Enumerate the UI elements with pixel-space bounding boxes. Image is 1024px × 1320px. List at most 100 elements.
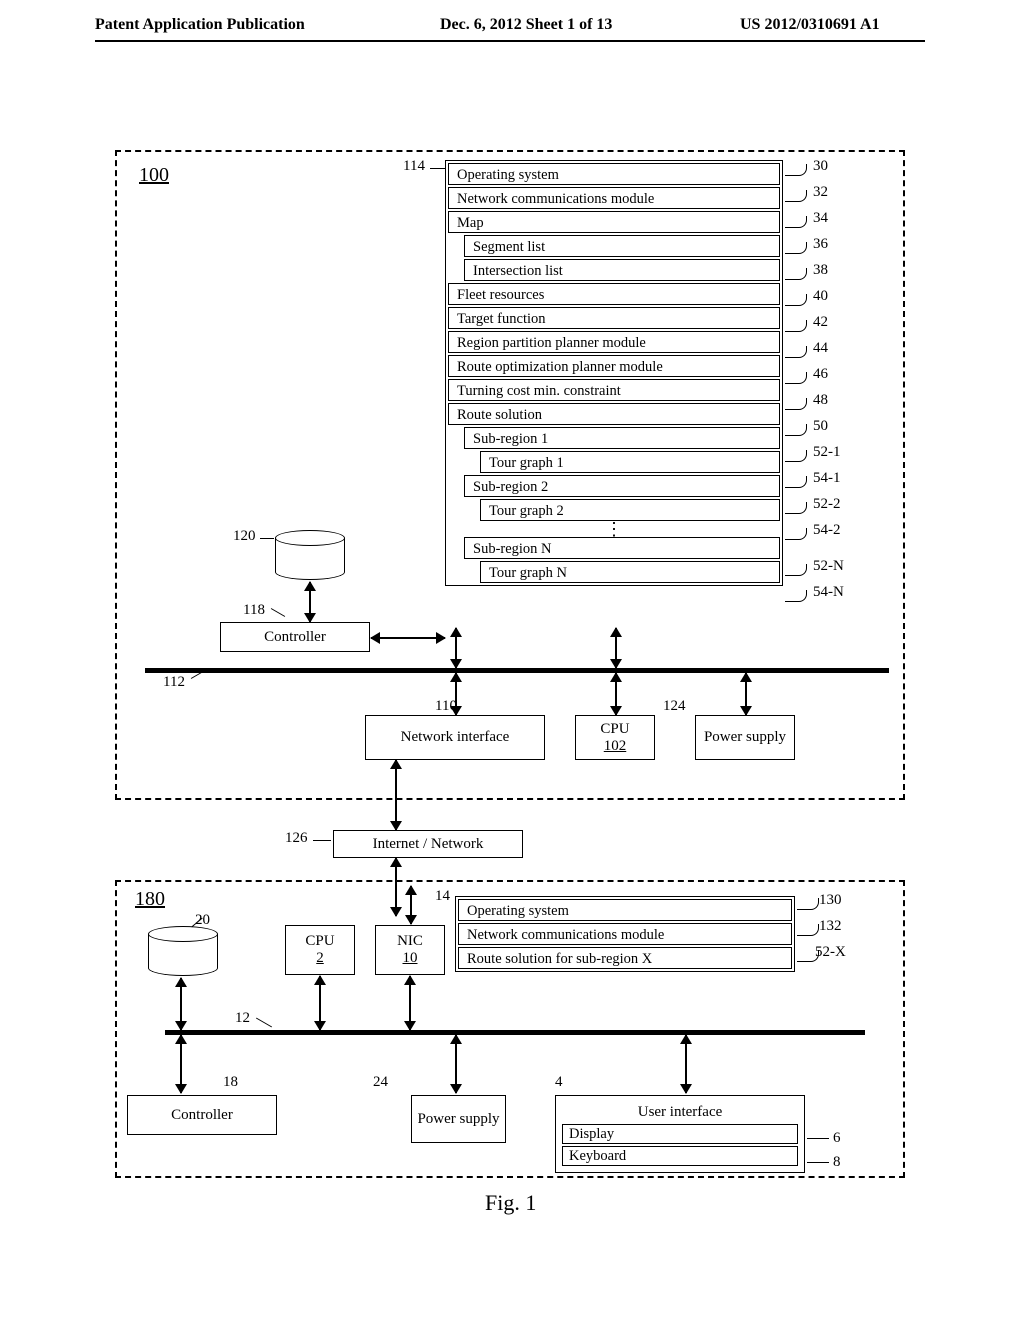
leader-38 xyxy=(785,268,807,280)
cpu-2: CPU 2 xyxy=(285,925,355,975)
leader-120 xyxy=(260,538,274,539)
leader-42 xyxy=(785,320,807,332)
ref-52-n: 52-N xyxy=(813,558,844,575)
mem-tourgraph-2: Tour graph 2 xyxy=(480,499,780,521)
leader-130 xyxy=(797,898,819,910)
patent-figure-page: Patent Application Publication Dec. 6, 2… xyxy=(0,0,1024,1320)
display-6: Display xyxy=(562,1124,798,1144)
cpu-102: CPU 102 xyxy=(575,715,655,760)
cpu-102-num: 102 xyxy=(604,738,627,755)
ref-30: 30 xyxy=(813,158,828,175)
arrow-bus-power xyxy=(745,673,747,715)
mem-tourgraph-n: Tour graph N xyxy=(480,561,780,583)
ref-52-x: 52-X xyxy=(815,944,846,961)
leader-44 xyxy=(785,346,807,358)
mem2-netcomm: Network communications module xyxy=(458,923,792,945)
leader-8 xyxy=(807,1162,829,1163)
ref-44: 44 xyxy=(813,340,828,357)
arrow-cpu2-bus xyxy=(319,976,321,1030)
arrow-nic10-up xyxy=(410,886,412,924)
leader-52-n xyxy=(785,564,807,576)
ref-6: 6 xyxy=(833,1130,841,1147)
power-supply-24-label: Power supply xyxy=(417,1111,499,1128)
leader-52-2 xyxy=(785,502,807,514)
mem2-route-x: Route solution for sub-region X xyxy=(458,947,792,969)
header-right: US 2012/0310691 A1 xyxy=(740,16,880,34)
keyboard-8: Keyboard xyxy=(562,1146,798,1166)
arrow-bus-controller18 xyxy=(180,1035,182,1093)
mem-intersection-list: Intersection list xyxy=(464,259,780,281)
mem-route-solution: Route solution xyxy=(448,403,780,425)
nic-10: NIC 10 xyxy=(375,925,445,975)
leader-132 xyxy=(797,924,819,936)
ref-40: 40 xyxy=(813,288,828,305)
cpu-102-label: CPU xyxy=(600,721,629,738)
controller-18-label: Controller xyxy=(171,1107,233,1124)
mem-turning-cost: Turning cost min. constraint xyxy=(448,379,780,401)
arrow-mem-bus-1 xyxy=(455,628,457,668)
mem-fleet: Fleet resources xyxy=(448,283,780,305)
mem2-os: Operating system xyxy=(458,899,792,921)
leader-54-2 xyxy=(785,528,807,540)
cpu-2-num: 2 xyxy=(316,950,324,967)
ref-8: 8 xyxy=(833,1154,841,1171)
mem-tourgraph-1: Tour graph 1 xyxy=(480,451,780,473)
leader-46 xyxy=(785,372,807,384)
arrow-disk-controller xyxy=(309,582,311,622)
ref-32: 32 xyxy=(813,184,828,201)
ref-52-2: 52-2 xyxy=(813,496,841,513)
arrow-bus-ui4 xyxy=(685,1035,687,1093)
ref-42: 42 xyxy=(813,314,828,331)
power-supply-124-label: Power supply xyxy=(704,729,786,746)
ref-48: 48 xyxy=(813,392,828,409)
leader-54-1 xyxy=(785,476,807,488)
arrow-nic10-bus xyxy=(409,976,411,1030)
mem-target-fn: Target function xyxy=(448,307,780,329)
ref-54-n: 54-N xyxy=(813,584,844,601)
ref-54-1: 54-1 xyxy=(813,470,841,487)
bus-12 xyxy=(165,1030,865,1035)
power-supply-124: Power supply xyxy=(695,715,795,760)
leader-52x xyxy=(797,950,819,962)
figure-caption: Fig. 1 xyxy=(485,1190,536,1216)
leader-36 xyxy=(785,242,807,254)
ref-126: 126 xyxy=(285,830,308,847)
ref-130: 130 xyxy=(819,892,842,909)
ref-132: 132 xyxy=(819,918,842,935)
internet-network-126: Internet / Network xyxy=(333,830,523,858)
leader-54-n xyxy=(785,590,807,602)
arrow-controller-bus xyxy=(371,637,445,639)
power-supply-24: Power supply xyxy=(411,1095,506,1143)
ref-14: 14 xyxy=(435,888,450,905)
leader-114 xyxy=(430,168,445,169)
leader-6 xyxy=(807,1138,829,1139)
leader-126 xyxy=(313,840,331,841)
ref-114: 114 xyxy=(403,158,425,175)
ref-38: 38 xyxy=(813,262,828,279)
mem-subregion-1: Sub-region 1 xyxy=(464,427,780,449)
controller-118: Controller xyxy=(220,622,370,652)
ref-36: 36 xyxy=(813,236,828,253)
mem-os: Operating system xyxy=(448,163,780,185)
memory-114: Operating system Network communications … xyxy=(445,160,783,586)
arrow-mem-bus-2 xyxy=(615,628,617,668)
mem-ellipsis: ⋮ xyxy=(446,523,782,535)
ref-46: 46 xyxy=(813,366,828,383)
ref-118: 118 xyxy=(243,602,265,619)
controller-18: Controller xyxy=(127,1095,277,1135)
leader-30 xyxy=(785,164,807,176)
arrow-bus-power24 xyxy=(455,1035,457,1093)
mem-subregion-2: Sub-region 2 xyxy=(464,475,780,497)
ref-18: 18 xyxy=(223,1074,238,1091)
mem-segment-list: Segment list xyxy=(464,235,780,257)
leader-34 xyxy=(785,216,807,228)
ref-4: 4 xyxy=(555,1074,563,1091)
internet-network-126-label: Internet / Network xyxy=(373,836,484,853)
ref-112: 112 xyxy=(163,674,185,691)
ref-124: 124 xyxy=(663,698,686,715)
ref-50: 50 xyxy=(813,418,828,435)
cpu-2-label: CPU xyxy=(305,933,334,950)
leader-40 xyxy=(785,294,807,306)
ref-12: 12 xyxy=(235,1010,250,1027)
controller-118-label: Controller xyxy=(264,629,326,646)
